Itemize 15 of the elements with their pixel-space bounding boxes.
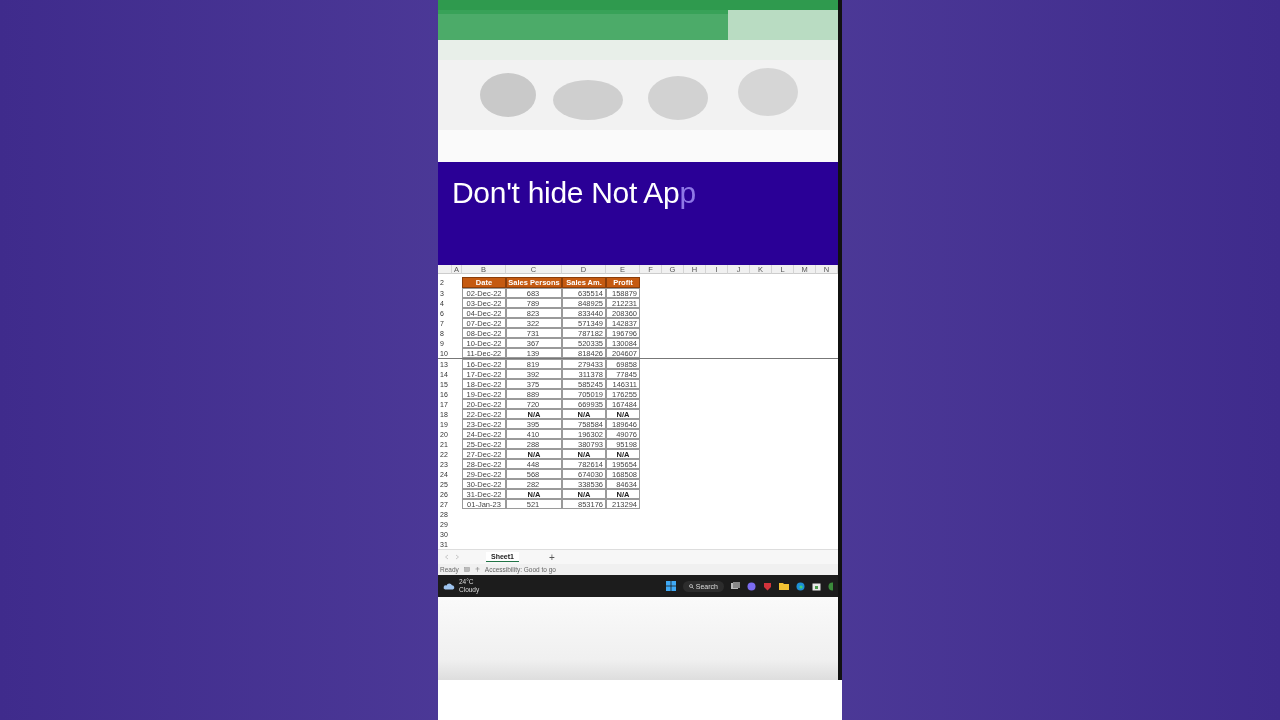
app-icon[interactable] [828,581,833,591]
select-all-corner [438,265,452,274]
chat-icon[interactable] [747,581,756,591]
grid-icon [463,567,470,572]
shield-icon[interactable] [763,581,772,591]
store-icon[interactable] [812,581,821,591]
folder-icon[interactable] [779,582,789,590]
cloud-icon [443,582,455,590]
search-icon [688,583,694,589]
windows-icon[interactable] [665,581,676,591]
accessibility-icon [474,567,480,572]
caption-text: Don't hide Not App [452,176,696,210]
window-icon[interactable] [731,582,740,590]
add-sheet-button[interactable]: + [544,551,559,563]
browser-icon[interactable] [796,581,805,591]
